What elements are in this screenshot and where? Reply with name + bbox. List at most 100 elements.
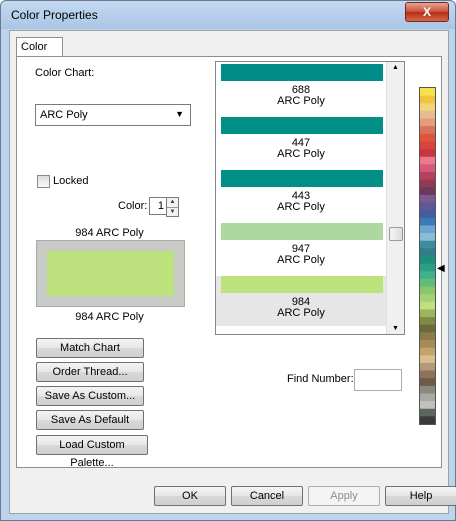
chevron-down-icon: ▼ <box>175 109 184 119</box>
palette-color-swatch[interactable] <box>420 133 435 142</box>
spin-down-icon[interactable]: ▼ <box>167 208 178 217</box>
match-chart-button[interactable]: Match Chart <box>36 338 144 358</box>
palette-color-swatch[interactable] <box>420 294 435 303</box>
load-custom-palette-button[interactable]: Load Custom Palette... <box>36 435 148 469</box>
palette-color-swatch[interactable] <box>420 362 435 372</box>
list-item[interactable]: 447 ARC Poly <box>216 117 386 167</box>
palette-color-swatch[interactable] <box>420 225 435 234</box>
color-number-input[interactable]: 1 <box>149 197 167 215</box>
list-item[interactable]: 984 ARC Poly <box>216 276 386 326</box>
palette-color-swatch[interactable] <box>420 126 435 135</box>
save-as-default-button[interactable]: Save As Default <box>36 410 144 430</box>
palette-color-swatch[interactable] <box>420 240 435 249</box>
color-bar <box>221 223 383 240</box>
color-tab-panel: Color Chart: ARC Poly ▼ Locked Color: 1 … <box>16 56 445 469</box>
palette-color-swatch[interactable] <box>420 141 435 150</box>
palette-color-swatch[interactable] <box>420 256 435 265</box>
palette-color-swatch[interactable] <box>420 88 435 97</box>
palette-color-swatch[interactable] <box>420 110 435 120</box>
color-palette-strip[interactable] <box>419 87 436 425</box>
swatch-bottom-label: 984 ARC Poly <box>75 311 144 323</box>
palette-color-swatch[interactable] <box>420 103 435 112</box>
color-swatch-frame <box>36 240 185 307</box>
swatch-top-label: 984 ARC Poly <box>75 227 144 239</box>
palette-color-swatch[interactable] <box>420 347 435 356</box>
color-chart-name: ARC Poly <box>277 307 325 319</box>
palette-color-swatch[interactable] <box>420 194 435 204</box>
find-number-input[interactable] <box>354 369 402 391</box>
apply-button[interactable]: Apply <box>308 486 380 506</box>
palette-color-swatch[interactable] <box>420 278 435 288</box>
list-item[interactable]: 443 ARC Poly <box>216 170 386 220</box>
palette-color-swatch[interactable] <box>420 210 435 219</box>
palette-color-swatch[interactable] <box>420 416 435 424</box>
palette-color-swatch[interactable] <box>420 340 435 349</box>
palette-color-swatch[interactable] <box>420 317 435 326</box>
palette-color-swatch[interactable] <box>420 355 435 364</box>
color-bar <box>221 170 383 187</box>
palette-color-swatch[interactable] <box>420 149 435 158</box>
scroll-down-icon[interactable]: ▼ <box>387 325 404 332</box>
palette-color-swatch[interactable] <box>420 156 435 165</box>
color-chart-name: ARC Poly <box>277 95 325 107</box>
color-bar <box>221 276 383 293</box>
color-chart-name: ARC Poly <box>277 148 325 160</box>
save-as-custom-button[interactable]: Save As Custom... <box>36 386 144 406</box>
color-chart-label: Color Chart: <box>35 67 95 79</box>
palette-color-swatch[interactable] <box>420 217 435 226</box>
ok-button[interactable]: OK <box>154 486 226 506</box>
color-chart-selected: ARC Poly <box>40 109 88 121</box>
scroll-thumb[interactable] <box>389 227 403 241</box>
palette-color-swatch[interactable] <box>420 187 435 196</box>
color-list[interactable]: 688 ARC Poly 447 ARC Poly 443 ARC Poly 947 ARC … <box>215 61 405 335</box>
palette-color-swatch[interactable] <box>420 401 435 410</box>
color-bar <box>221 117 383 134</box>
color-chart-name: ARC Poly <box>277 254 325 266</box>
close-button[interactable]: X <box>405 2 449 22</box>
color-bar <box>221 64 383 81</box>
palette-selection-marker-icon: ◀ <box>437 263 445 274</box>
color-list-scrollbar[interactable]: ▲ ▼ <box>386 62 404 334</box>
palette-color-swatch[interactable] <box>420 118 435 127</box>
palette-color-swatch[interactable] <box>420 393 435 402</box>
tab-color[interactable]: Color <box>16 37 63 57</box>
color-number-stepper[interactable]: ▲ ▼ <box>166 197 179 217</box>
palette-color-swatch[interactable] <box>420 370 435 379</box>
color-swatch <box>47 251 174 296</box>
window-title: Color Properties <box>11 8 98 22</box>
palette-color-swatch[interactable] <box>420 164 435 173</box>
palette-color-swatch[interactable] <box>420 378 435 387</box>
list-item[interactable]: 688 ARC Poly <box>216 64 386 114</box>
tab-color-label: Color <box>21 41 48 53</box>
locked-label: Locked <box>53 175 89 187</box>
palette-color-swatch[interactable] <box>420 332 435 341</box>
find-number-label: Find Number: <box>287 373 354 385</box>
palette-color-swatch[interactable] <box>420 309 435 318</box>
title-bar[interactable]: Color Properties X <box>1 1 455 29</box>
palette-color-swatch[interactable] <box>420 172 435 181</box>
order-thread-button[interactable]: Order Thread... <box>36 362 144 382</box>
palette-color-swatch[interactable] <box>420 408 435 417</box>
palette-color-swatch[interactable] <box>420 301 435 310</box>
palette-colors[interactable] <box>420 88 435 424</box>
list-item[interactable]: 947 ARC Poly <box>216 223 386 273</box>
palette-color-swatch[interactable] <box>420 271 435 280</box>
spin-up-icon[interactable]: ▲ <box>167 198 178 208</box>
color-chart-dropdown[interactable]: ARC Poly ▼ <box>35 104 191 126</box>
color-spin-label: Color: <box>118 200 148 212</box>
cancel-button[interactable]: Cancel <box>231 486 303 506</box>
locked-checkbox[interactable] <box>37 175 50 188</box>
palette-color-swatch[interactable] <box>420 385 435 394</box>
palette-color-swatch[interactable] <box>420 179 435 188</box>
palette-color-swatch[interactable] <box>420 324 435 333</box>
palette-color-swatch[interactable] <box>420 286 435 295</box>
palette-color-swatch[interactable] <box>420 202 435 211</box>
palette-color-swatch[interactable] <box>420 263 435 272</box>
scroll-up-icon[interactable]: ▲ <box>387 64 404 71</box>
palette-color-swatch[interactable] <box>420 95 435 104</box>
palette-color-swatch[interactable] <box>420 248 435 257</box>
dialog-client-area: Color Color Chart: ARC Poly ▼ Locked Col… <box>9 30 456 514</box>
color-properties-window: Color Properties X Color Color Chart: AR… <box>0 0 456 521</box>
help-button[interactable]: Help <box>385 486 456 506</box>
palette-color-swatch[interactable] <box>420 233 435 242</box>
